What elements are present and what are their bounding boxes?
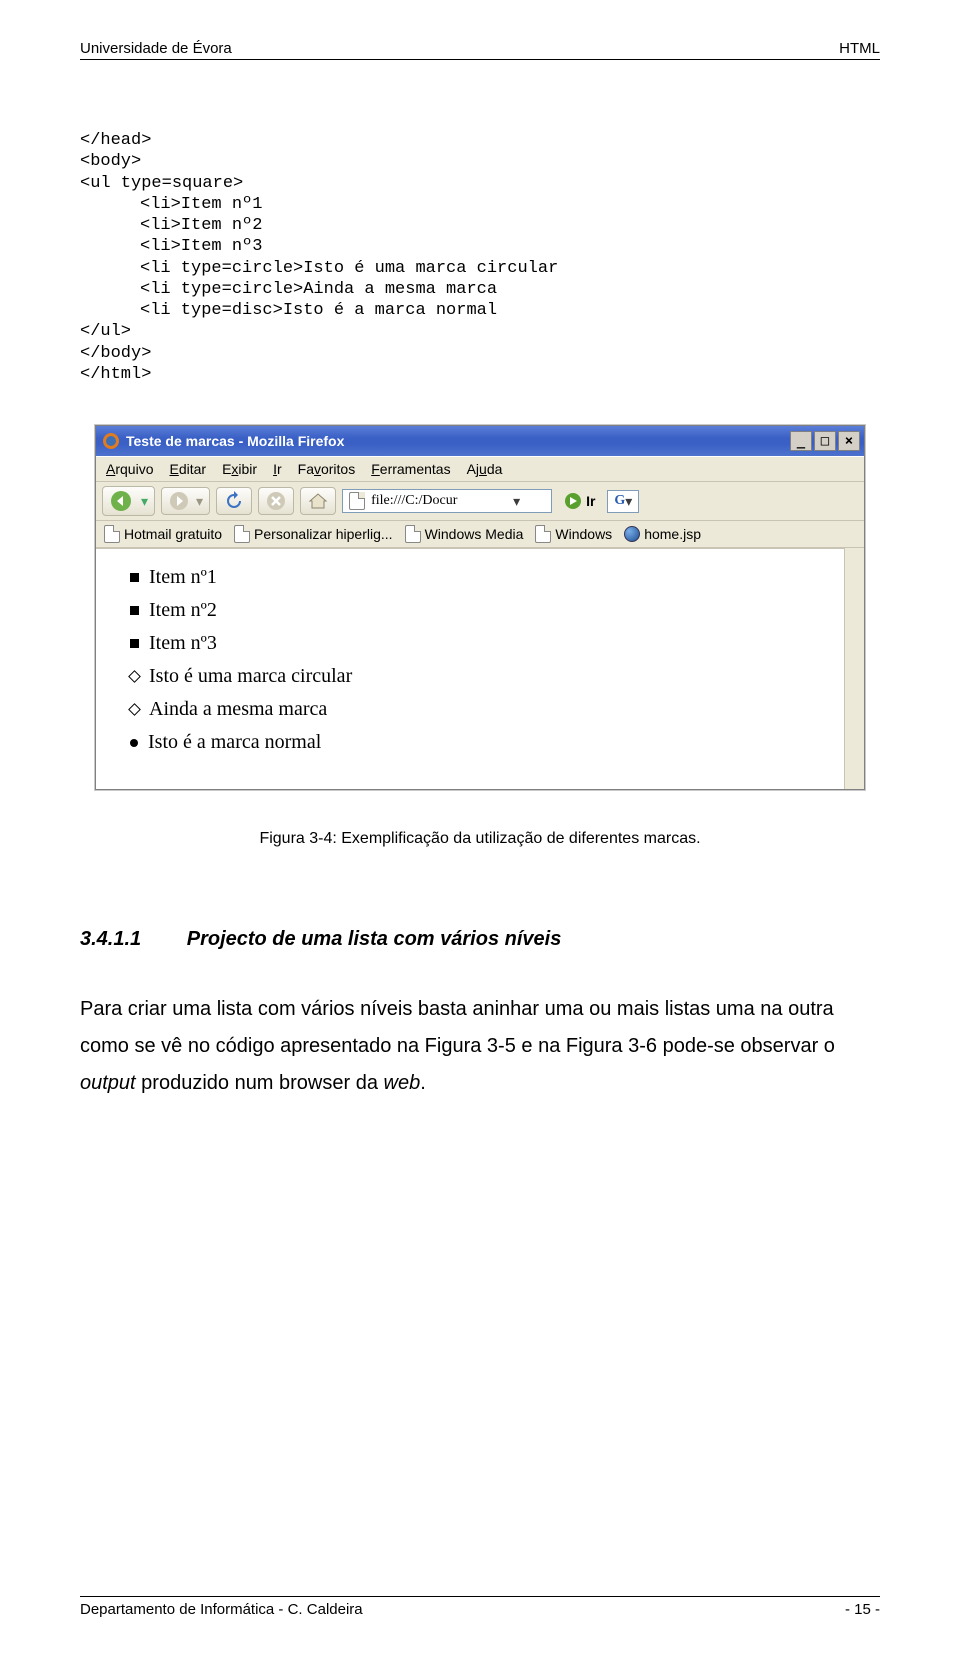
section-number: 3.4.1.1 (80, 928, 141, 950)
bookmarks-bar: Hotmail gratuito Personalizar hiperlig..… (96, 521, 864, 548)
footer-page-number: - 15 - (845, 1601, 880, 1618)
chevron-down-icon[interactable]: ▾ (196, 493, 203, 510)
home-button[interactable] (300, 487, 336, 515)
address-input[interactable] (369, 492, 509, 510)
list-item: Item nº3 (130, 627, 826, 660)
address-bar[interactable]: ▾ (342, 489, 552, 513)
firefox-icon (102, 432, 120, 450)
header-left: Universidade de Évora (80, 40, 232, 57)
list-item: Isto é a marca normal (130, 726, 826, 759)
page-icon (104, 525, 120, 543)
list-item: Item nº2 (130, 594, 826, 627)
header-right: HTML (839, 40, 880, 57)
menu-editar[interactable]: Editar (169, 461, 206, 477)
maximize-button[interactable]: □ (814, 431, 836, 451)
menu-arquivo[interactable]: Arquivo (106, 461, 153, 477)
bookmark-homejsp[interactable]: home.jsp (624, 526, 701, 542)
fwd-button[interactable] (168, 491, 190, 511)
page-icon (535, 525, 551, 543)
menu-ir[interactable]: Ir (273, 461, 282, 477)
footer-rule (80, 1596, 880, 1597)
bookmark-windows[interactable]: Windows (535, 525, 612, 543)
section-heading: 3.4.1.1 Projecto de uma lista com vários… (80, 928, 880, 951)
menu-ajuda[interactable]: Ajuda (467, 461, 503, 477)
square-bullet-icon (130, 573, 139, 582)
close-button[interactable]: × (838, 431, 860, 451)
menubar: Arquivo Editar Exibir Ir Favoritos Ferra… (96, 456, 864, 482)
window-controls: _ □ × (790, 431, 860, 451)
code-block: </head> <body> <ul type=square> <li>Item… (80, 130, 880, 385)
titlebar: Teste de marcas - Mozilla Firefox _ □ × (96, 426, 864, 456)
bookmark-windowsmedia[interactable]: Windows Media (405, 525, 524, 543)
reload-button[interactable] (216, 487, 252, 515)
scrollbar[interactable] (844, 548, 864, 789)
square-bullet-icon (130, 639, 139, 648)
page-content: Item nº1 Item nº2 Item nº3 Isto é uma ma… (96, 548, 844, 789)
toolbar: ▾ ▾ ▾ Ir G▾ (96, 482, 864, 521)
menu-exibir[interactable]: Exibir (222, 461, 257, 477)
footer-left: Departamento de Informática - C. Caldeir… (80, 1601, 363, 1618)
section-title-text: Projecto de uma lista com vários níveis (187, 928, 562, 950)
menu-ferramentas[interactable]: Ferramentas (371, 461, 450, 477)
minimize-button[interactable]: _ (790, 431, 812, 451)
back-button[interactable] (109, 490, 135, 512)
chevron-down-icon[interactable]: ▾ (513, 493, 520, 510)
menu-favoritos[interactable]: Favoritos (298, 461, 356, 477)
square-bullet-icon (130, 606, 139, 615)
go-button[interactable]: Ir (558, 490, 601, 512)
disc-bullet-icon (130, 739, 138, 747)
list-item: Isto é uma marca circular (130, 660, 826, 693)
page-icon (405, 525, 421, 543)
globe-icon (624, 526, 640, 542)
paragraph: Para criar uma lista com vários níveis b… (80, 991, 880, 1102)
page-footer: Departamento de Informática - C. Caldeir… (80, 1596, 880, 1618)
back-chevron-icon[interactable]: ▾ (141, 493, 148, 510)
list-item: Item nº1 (130, 561, 826, 594)
page-icon (234, 525, 250, 543)
header-rule (80, 59, 880, 60)
page-icon (349, 492, 365, 510)
circle-bullet-icon (128, 703, 141, 716)
figure-caption: Figura 3-4: Exemplificação da utilização… (80, 830, 880, 848)
stop-button[interactable] (258, 487, 294, 515)
bookmark-personalizar[interactable]: Personalizar hiperlig... (234, 525, 393, 543)
browser-window: Teste de marcas - Mozilla Firefox _ □ × … (95, 425, 865, 790)
bookmark-hotmail[interactable]: Hotmail gratuito (104, 525, 222, 543)
search-box[interactable]: G▾ (607, 490, 639, 513)
list-item: Ainda a mesma marca (130, 693, 826, 726)
window-title: Teste de marcas - Mozilla Firefox (126, 433, 344, 449)
circle-bullet-icon (128, 670, 141, 683)
